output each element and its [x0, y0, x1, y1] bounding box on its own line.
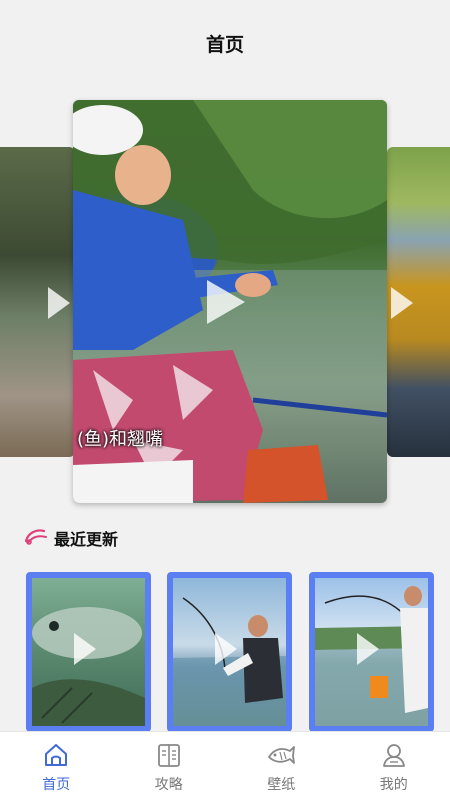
tab-wallpaper[interactable]: 壁纸	[225, 732, 338, 800]
fishing-rod-icon	[24, 527, 48, 549]
tab-mine[interactable]: 我的	[338, 732, 450, 800]
recent-video-item[interactable]	[309, 572, 434, 732]
tab-label: 壁纸	[267, 777, 296, 793]
tab-home[interactable]: 首页	[0, 732, 113, 800]
book-icon	[154, 740, 184, 770]
user-icon	[379, 740, 409, 770]
page-title: 首页	[205, 34, 244, 56]
play-icon[interactable]	[207, 280, 245, 324]
carousel-slide-next[interactable]	[387, 147, 450, 457]
recent-updates-title: 最近更新	[54, 530, 119, 549]
recent-video-item[interactable]	[167, 572, 292, 732]
bottom-tab-bar: 首页 攻略 壁纸 我的	[0, 731, 450, 800]
carousel-slide-current[interactable]: (鱼)和翘嘴	[73, 100, 387, 503]
video-caption: (鱼)和翘嘴	[77, 429, 164, 450]
tab-label: 首页	[42, 777, 71, 793]
video-carousel[interactable]: (鱼)和翘嘴	[0, 84, 450, 514]
tab-guide[interactable]: 攻略	[113, 732, 226, 800]
play-icon[interactable]	[357, 633, 379, 665]
home-icon	[41, 740, 71, 770]
recent-videos-list	[0, 572, 450, 732]
play-icon[interactable]	[215, 633, 237, 665]
tab-label: 攻略	[154, 777, 183, 793]
tab-label: 我的	[379, 777, 408, 793]
recent-video-item[interactable]	[26, 572, 151, 732]
fish-icon	[266, 740, 296, 770]
recent-updates-header: 最近更新	[24, 526, 118, 550]
play-icon[interactable]	[48, 287, 70, 319]
play-icon[interactable]	[391, 287, 413, 319]
play-icon[interactable]	[74, 633, 96, 665]
carousel-slide-previous[interactable]	[0, 147, 75, 457]
top-bar: 首页	[0, 0, 450, 84]
